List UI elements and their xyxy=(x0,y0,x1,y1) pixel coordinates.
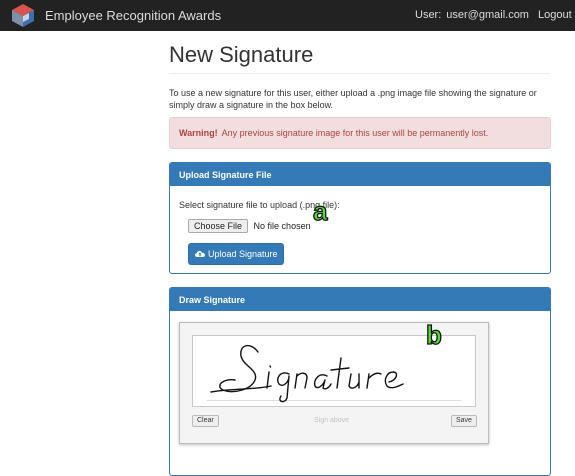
choose-file-button[interactable]: Choose File xyxy=(188,219,249,233)
draw-panel: Draw Signature Clear Sign above Save xyxy=(169,287,551,476)
cloud-upload-icon xyxy=(195,250,205,257)
page-title: New Signature xyxy=(169,42,314,67)
upload-signature-button[interactable]: Upload Signature xyxy=(188,243,284,265)
signature-pad: Clear Sign above Save xyxy=(179,322,489,444)
nav-user: User: user@gmail.com xyxy=(415,9,529,21)
cube-logo-icon[interactable] xyxy=(11,3,35,28)
intro-text: To use a new signature for this user, ei… xyxy=(169,88,537,110)
warning-strong: Warning! xyxy=(179,128,218,138)
user-email: user@gmail.com xyxy=(446,9,529,21)
draw-panel-heading: Draw Signature xyxy=(170,288,550,311)
upload-panel: Upload Signature File Select signature f… xyxy=(169,162,551,274)
logout-link[interactable]: Logout xyxy=(538,9,572,21)
file-input[interactable]: Choose File No file chosen xyxy=(188,219,311,233)
no-file-text: No file chosen xyxy=(253,221,311,231)
annotation-a: a xyxy=(312,196,328,226)
upload-panel-heading: Upload Signature File xyxy=(170,163,550,186)
save-button[interactable]: Save xyxy=(451,415,477,427)
clear-button[interactable]: Clear xyxy=(192,415,219,427)
main-content: New Signature To use a new signature for… xyxy=(0,31,575,476)
user-label: User: xyxy=(415,9,442,21)
brand-title[interactable]: Employee Recognition Awards xyxy=(45,8,221,23)
sign-above-hint: Sign above xyxy=(314,417,350,424)
annotation-b: b xyxy=(425,320,442,350)
title-divider xyxy=(169,73,550,74)
navbar: Employee Recognition Awards User: user@gm… xyxy=(0,0,575,31)
warning-alert: Warning! Any previous signature image for… xyxy=(169,117,551,149)
upload-signature-label: Upload Signature xyxy=(208,249,278,259)
warning-text: Any previous signature image for this us… xyxy=(221,128,489,138)
